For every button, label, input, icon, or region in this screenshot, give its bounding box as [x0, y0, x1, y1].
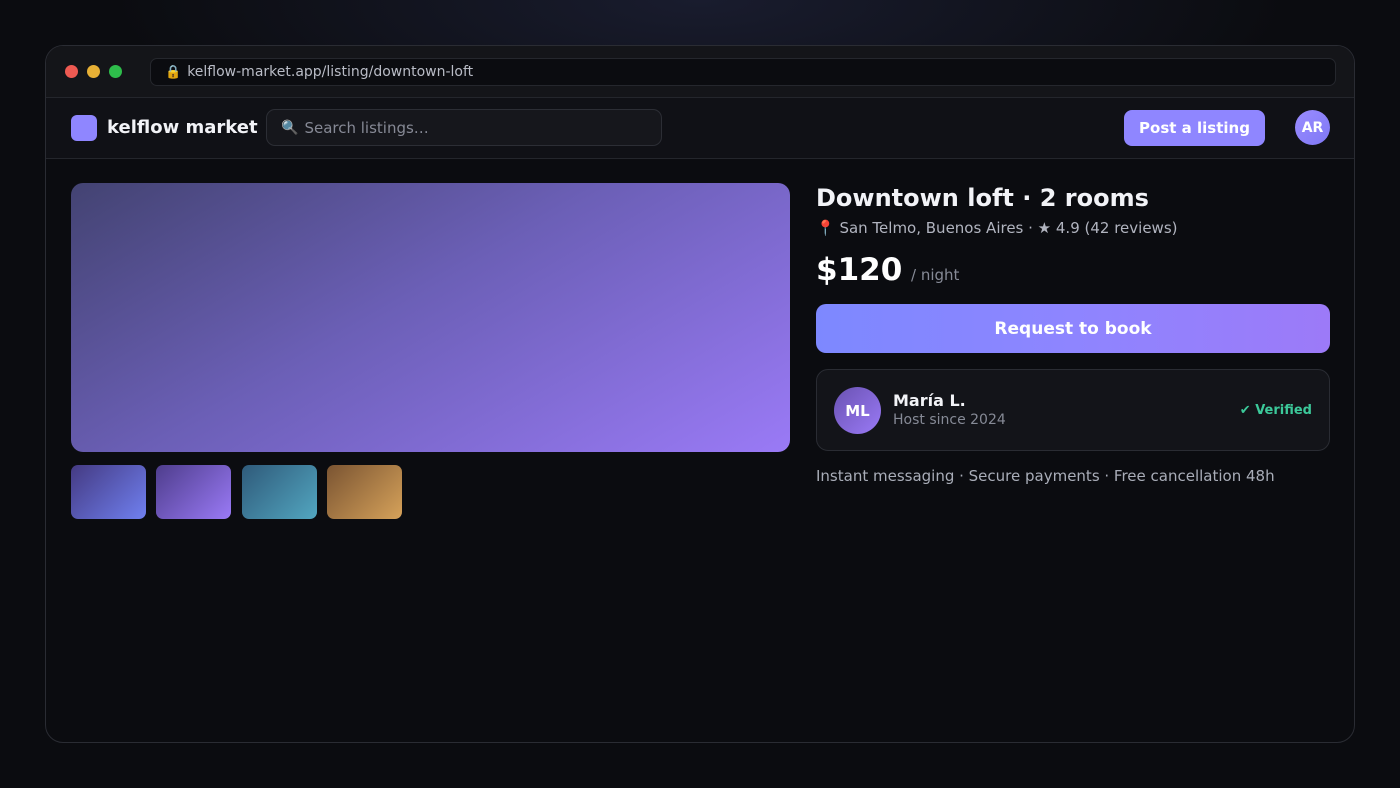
top-navbar: kelflow market 🔍 Post a listing AR	[46, 98, 1354, 159]
lock-icon: 🔒	[165, 65, 182, 80]
listing-features: Instant messaging · Secure payments · Fr…	[816, 467, 1275, 485]
search-icon: 🔍	[281, 119, 299, 136]
maximize-window-button[interactable]	[109, 65, 122, 78]
listing-title: Downtown loft · 2 rooms	[816, 184, 1149, 212]
minimize-window-button[interactable]	[87, 65, 100, 78]
search-box[interactable]: 🔍	[266, 109, 662, 146]
listing-thumbnail-3[interactable]	[242, 465, 317, 519]
request-to-book-button[interactable]: Request to book	[816, 304, 1330, 353]
listing-location-rating: 📍 San Telmo, Buenos Aires · ★ 4.9 (42 re…	[816, 219, 1178, 237]
post-listing-button[interactable]: Post a listing	[1124, 110, 1265, 146]
brand-name[interactable]: kelflow market	[107, 116, 258, 140]
search-input[interactable]	[304, 118, 645, 137]
title-bar: 🔒 kelflow-market.app/listing/downtown-lof…	[46, 46, 1354, 98]
brand-logo-icon[interactable]	[71, 115, 97, 141]
verified-badge: ✔ Verified	[1239, 403, 1312, 418]
listing-thumbnail-1[interactable]	[71, 465, 146, 519]
listing-price: $120	[816, 252, 903, 288]
url-text: kelflow-market.app/listing/downtown-loft	[187, 64, 474, 80]
listing-main-image[interactable]	[71, 183, 790, 452]
user-avatar[interactable]: AR	[1295, 110, 1330, 145]
browser-window: 🔒 kelflow-market.app/listing/downtown-lof…	[45, 45, 1355, 743]
host-since: Host since 2024	[893, 412, 1006, 428]
address-bar[interactable]: 🔒 kelflow-market.app/listing/downtown-lof…	[150, 58, 1336, 86]
price-unit: / night	[911, 266, 960, 284]
host-avatar: ML	[834, 387, 881, 434]
host-card[interactable]: ML María L. Host since 2024 ✔ Verified	[816, 369, 1330, 451]
listing-thumbnail-2[interactable]	[156, 465, 231, 519]
host-name: María L.	[893, 391, 966, 410]
listing-thumbnail-4[interactable]	[327, 465, 402, 519]
close-window-button[interactable]	[65, 65, 78, 78]
